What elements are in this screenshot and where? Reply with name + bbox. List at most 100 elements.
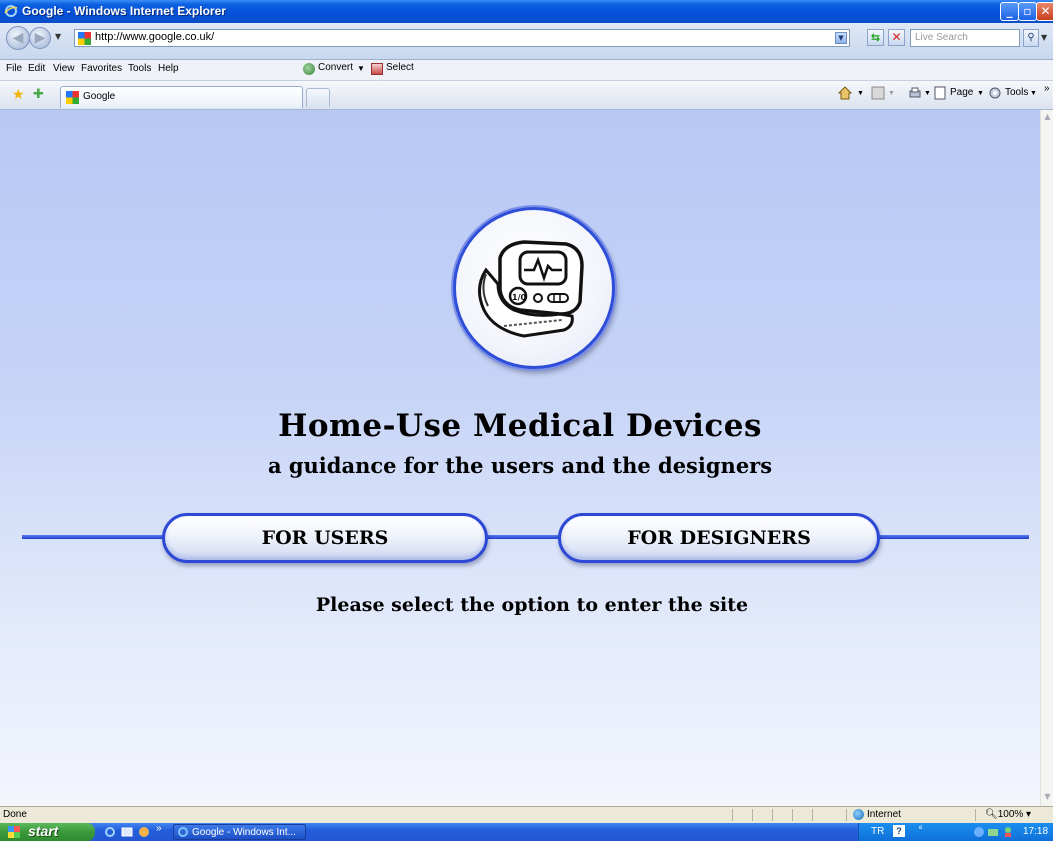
refresh-button[interactable]: ⇆ bbox=[867, 29, 884, 46]
feeds-dropdown-icon[interactable]: ▼ bbox=[888, 90, 895, 97]
clock: 17:18 bbox=[1023, 826, 1049, 837]
start-button[interactable]: start bbox=[0, 823, 95, 841]
print-icon[interactable] bbox=[908, 86, 922, 100]
tab-bar: ★ ✚ Google ▼ ▼ ▼ Page ▼ Tools ▼ » bbox=[0, 81, 1053, 110]
language-indicator[interactable]: TR bbox=[871, 826, 884, 837]
windows-flag-icon bbox=[8, 826, 20, 838]
for-users-button[interactable]: FOR USERS bbox=[162, 513, 488, 563]
divider-line-right bbox=[875, 535, 1029, 539]
menu-help[interactable]: Help bbox=[158, 63, 179, 74]
search-input[interactable]: Live Search bbox=[910, 29, 1020, 47]
user-icon[interactable] bbox=[1002, 826, 1014, 838]
show-desktop-icon[interactable] bbox=[121, 826, 133, 838]
stop-icon: ✕ bbox=[891, 30, 902, 44]
status-separator bbox=[772, 809, 773, 821]
page-subtitle: a guidance for the users and the designe… bbox=[267, 453, 773, 478]
ie-logo-icon bbox=[4, 5, 18, 17]
google-favicon-icon bbox=[78, 32, 91, 45]
zoom-value: 100% bbox=[997, 809, 1024, 820]
network-icon[interactable] bbox=[987, 826, 999, 838]
magnifier-icon: ⚲ bbox=[1027, 32, 1035, 43]
device-logo: 1/0 bbox=[453, 207, 615, 369]
search-options-dropdown[interactable]: ▼ bbox=[1041, 29, 1051, 47]
menu-file[interactable]: File bbox=[6, 63, 22, 74]
start-label: start bbox=[28, 823, 59, 839]
vertical-scrollbar[interactable]: ▲ ▼ bbox=[1040, 110, 1053, 806]
close-icon: ✕ bbox=[1040, 4, 1051, 18]
stop-button[interactable]: ✕ bbox=[888, 29, 905, 46]
status-separator bbox=[752, 809, 753, 821]
taskbar-item-ie[interactable]: Google - Windows Int... bbox=[173, 824, 306, 840]
globe-icon bbox=[853, 809, 864, 820]
menu-edit[interactable]: Edit bbox=[28, 63, 45, 74]
menu-tools[interactable]: Tools bbox=[128, 63, 151, 74]
convert-icon bbox=[303, 63, 315, 75]
quicklaunch-more-icon[interactable]: » bbox=[156, 823, 162, 834]
forward-arrow-icon: ▶ bbox=[34, 30, 46, 46]
blood-pressure-monitor-icon: 1/0 bbox=[478, 240, 584, 338]
close-button[interactable]: ✕ bbox=[1036, 2, 1053, 21]
status-bar: Done Internet 🔍︎100% ▾ bbox=[0, 806, 1053, 823]
taskbar-item-label: Google - Windows Int... bbox=[192, 827, 296, 838]
feeds-icon[interactable] bbox=[871, 86, 885, 100]
for-designers-button[interactable]: FOR DESIGNERS bbox=[558, 513, 880, 563]
url-text[interactable]: http://www.google.co.uk/ bbox=[95, 31, 214, 43]
menu-view[interactable]: View bbox=[53, 63, 75, 74]
ie-quicklaunch-icon[interactable] bbox=[104, 826, 116, 838]
address-dropdown-icon[interactable]: ▼ bbox=[835, 32, 847, 44]
tools-dropdown-icon[interactable]: ▼ bbox=[1030, 90, 1037, 97]
system-tray: TR ? ᵉ 17:18 bbox=[858, 823, 1053, 841]
tab-label: Google bbox=[83, 91, 116, 102]
page-content: 1/0 Home-Use Medical Devices a guidance … bbox=[0, 110, 1040, 806]
zoom-level[interactable]: 🔍︎100% ▾ bbox=[985, 809, 1031, 820]
status-text: Done bbox=[3, 809, 27, 820]
back-button[interactable]: ◀ bbox=[6, 26, 30, 50]
status-separator bbox=[846, 809, 847, 821]
menu-bar: File Edit View Favorites Tools Help Conv… bbox=[0, 60, 1053, 81]
help-icon[interactable]: ? bbox=[893, 825, 905, 837]
new-tab-button[interactable] bbox=[306, 88, 330, 107]
windows-taskbar: start » Google - Windows Int... TR ? ᵉ 1… bbox=[0, 823, 1053, 841]
home-dropdown-icon[interactable]: ▼ bbox=[857, 90, 864, 97]
google-favicon-icon bbox=[66, 91, 79, 104]
convert-dropdown-icon[interactable]: ▼ bbox=[357, 64, 365, 73]
menu-favorites[interactable]: Favorites bbox=[81, 63, 122, 74]
search-button[interactable]: ⚲ bbox=[1023, 29, 1039, 47]
page-dropdown-icon[interactable]: ▼ bbox=[977, 90, 984, 97]
power-button-label: 1/0 bbox=[512, 293, 526, 302]
page-menu[interactable]: Page bbox=[950, 87, 973, 98]
forward-button[interactable]: ▶ bbox=[29, 27, 51, 49]
back-arrow-icon: ◀ bbox=[12, 30, 24, 46]
address-field[interactable]: http://www.google.co.uk/ ▼ bbox=[74, 29, 850, 47]
maximize-button[interactable]: ▫ bbox=[1018, 2, 1037, 21]
select-button[interactable]: Select bbox=[386, 62, 414, 73]
window-title-bar[interactable]: Google - Windows Internet Explorer _ ▫ ✕ bbox=[0, 0, 1053, 23]
print-dropdown-icon[interactable]: ▼ bbox=[924, 90, 931, 97]
scroll-up-icon[interactable]: ▲ bbox=[1042, 112, 1053, 124]
minimize-icon: _ bbox=[1006, 4, 1013, 18]
back-arrow-tray-icon[interactable] bbox=[973, 826, 985, 838]
add-favorites-icon[interactable]: ✚ bbox=[33, 87, 44, 102]
page-title: Home-Use Medical Devices bbox=[278, 408, 762, 444]
select-option-prompt: Please select the option to enter the si… bbox=[315, 594, 749, 616]
scroll-down-icon[interactable]: ▼ bbox=[1042, 792, 1053, 804]
address-toolbar: ◀ ▶ ▼ http://www.google.co.uk/ ▼ ⇆ ✕ Liv… bbox=[0, 23, 1053, 60]
window-title: Google - Windows Internet Explorer bbox=[22, 4, 226, 18]
maximize-icon: ▫ bbox=[1023, 4, 1032, 18]
ie-icon bbox=[178, 827, 188, 837]
tray-more-icon[interactable]: ᵉ bbox=[919, 823, 922, 833]
minimize-button[interactable]: _ bbox=[1000, 2, 1019, 21]
tab-google[interactable]: Google bbox=[60, 86, 303, 108]
refresh-icon: ⇆ bbox=[870, 31, 881, 44]
status-separator bbox=[975, 809, 976, 821]
messenger-icon[interactable] bbox=[138, 826, 150, 838]
status-separator bbox=[792, 809, 793, 821]
convert-button[interactable]: Convert bbox=[318, 62, 353, 73]
chevron-more-icon[interactable]: » bbox=[1044, 83, 1050, 94]
tools-menu[interactable]: Tools bbox=[1005, 87, 1028, 98]
home-icon[interactable] bbox=[838, 86, 852, 100]
security-zone[interactable]: Internet bbox=[867, 809, 901, 820]
recent-pages-dropdown[interactable]: ▼ bbox=[55, 32, 61, 41]
page-icon bbox=[934, 86, 946, 100]
favorites-center-icon[interactable]: ★ bbox=[12, 87, 25, 103]
